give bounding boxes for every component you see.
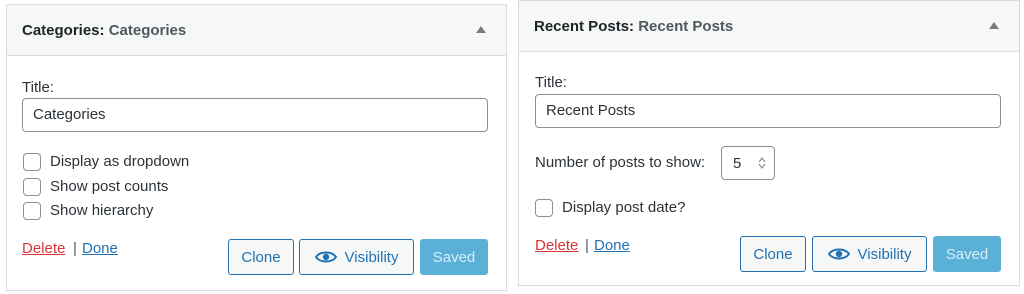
number-of-posts-input[interactable]: 5 — [721, 146, 775, 180]
title-field-label: Title: — [535, 74, 567, 91]
widget-title-name: Recent Posts — [534, 18, 630, 35]
display-as-dropdown-checkbox[interactable] — [23, 153, 41, 171]
show-post-counts-checkbox[interactable] — [23, 178, 41, 196]
number-of-posts-value: 5 — [733, 155, 742, 172]
show-post-counts-label: Show post counts — [50, 178, 169, 195]
link-separator: | — [585, 237, 589, 254]
widget-title: Recent Posts: Recent Posts — [534, 18, 733, 35]
widget-title-separator: : — [99, 22, 105, 39]
saved-button-label: Saved — [432, 248, 476, 266]
visibility-button-label: Visibility — [344, 248, 399, 266]
done-link[interactable]: Done — [594, 237, 630, 254]
widget-title-separator: : — [629, 18, 635, 35]
up-down-spinner-icon[interactable] — [758, 157, 766, 169]
number-of-posts-label: Number of posts to show: — [535, 154, 706, 171]
widget-title-instance: Categories — [108, 22, 187, 39]
widget-title-instance: Recent Posts — [638, 18, 734, 35]
title-input[interactable]: Categories — [22, 98, 488, 132]
widget-header[interactable]: Recent Posts: Recent Posts — [519, 1, 1019, 52]
clone-button-label: Clone — [241, 248, 281, 266]
delete-link[interactable]: Delete — [22, 240, 65, 257]
display-post-date-checkbox[interactable] — [535, 199, 553, 217]
saved-button[interactable]: Saved — [420, 239, 488, 275]
clone-button-label: Clone — [753, 245, 793, 263]
display-post-date-label: Display post date? — [562, 199, 686, 216]
link-separator: | — [73, 240, 77, 257]
clone-button[interactable]: Clone — [228, 239, 294, 275]
delete-link[interactable]: Delete — [535, 237, 578, 254]
recent-posts-widget: Recent Posts: Recent Posts Title: Recent… — [518, 0, 1020, 286]
collapse-toggle-icon[interactable] — [476, 26, 486, 33]
widget-title: Categories: Categories — [22, 22, 186, 39]
visibility-button[interactable]: Visibility — [812, 236, 927, 272]
visibility-button[interactable]: Visibility — [299, 239, 414, 275]
title-field-label: Title: — [22, 79, 54, 96]
widget-title-name: Categories — [22, 22, 100, 39]
eye-icon — [314, 251, 337, 263]
collapse-toggle-icon[interactable] — [989, 22, 999, 29]
widget-header[interactable]: Categories: Categories — [7, 5, 506, 56]
visibility-button-label: Visibility — [857, 245, 912, 263]
show-hierarchy-label: Show hierarchy — [50, 202, 154, 219]
show-hierarchy-checkbox[interactable] — [23, 202, 41, 220]
saved-button[interactable]: Saved — [933, 236, 1001, 272]
categories-widget: Categories: Categories Title: Categories… — [6, 4, 507, 291]
clone-button[interactable]: Clone — [740, 236, 806, 272]
eye-icon — [827, 248, 850, 260]
done-link[interactable]: Done — [82, 240, 118, 257]
saved-button-label: Saved — [945, 245, 989, 263]
display-as-dropdown-label: Display as dropdown — [50, 153, 190, 170]
title-input[interactable]: Recent Posts — [535, 94, 1001, 128]
